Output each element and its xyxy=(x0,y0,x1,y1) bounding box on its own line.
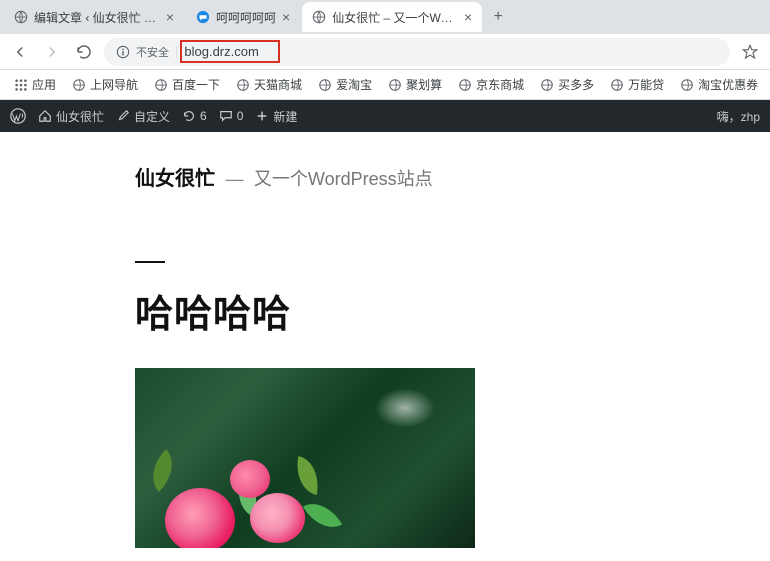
bookmark-item[interactable]: 爱淘宝 xyxy=(312,74,378,95)
apps-label: 应用 xyxy=(32,76,56,93)
page-content: 仙女很忙 — 又一个WordPress站点 哈哈哈哈 xyxy=(0,132,770,561)
wp-user-menu[interactable]: 嗨，zhp xyxy=(717,108,760,125)
back-button[interactable] xyxy=(8,40,32,64)
site-tagline: 又一个WordPress站点 xyxy=(254,169,433,189)
leaf-decoration xyxy=(303,494,342,537)
bookmark-item[interactable]: 天猫商城 xyxy=(230,74,308,95)
wp-site-link[interactable]: 仙女很忙 xyxy=(38,108,104,125)
post-featured-image[interactable] xyxy=(135,368,475,548)
browser-tab[interactable]: 呵呵呵呵呵 × xyxy=(186,2,300,32)
browser-tab[interactable]: 编辑文章 ‹ 仙女很忙 — WordPr × xyxy=(4,2,184,32)
tagline-separator: — xyxy=(225,169,243,189)
bookmark-item[interactable]: 上网导航 xyxy=(66,74,144,95)
chat-icon xyxy=(196,10,210,24)
image-highlight xyxy=(375,388,435,428)
wp-new-label: 新建 xyxy=(273,108,297,125)
leaf-decoration xyxy=(141,449,183,491)
apps-icon xyxy=(14,78,28,92)
address-bar: 不安全 | blog.drz.com xyxy=(0,34,770,70)
globe-icon xyxy=(312,10,326,24)
globe-icon xyxy=(236,78,250,92)
info-icon xyxy=(116,45,130,59)
wp-new-link[interactable]: 新建 xyxy=(255,108,297,125)
tab-title: 编辑文章 ‹ 仙女很忙 — WordPr xyxy=(34,9,160,26)
bookmark-item[interactable]: 买多多 xyxy=(534,74,600,95)
site-title[interactable]: 仙女很忙 xyxy=(135,168,215,190)
close-icon[interactable]: × xyxy=(166,9,174,25)
globe-icon xyxy=(680,78,694,92)
bookmark-item[interactable]: 淘宝优惠券 xyxy=(674,74,764,95)
wp-updates-count: 6 xyxy=(200,109,207,123)
close-icon[interactable]: × xyxy=(282,9,290,25)
bookmarks-bar: 应用 上网导航 百度一下 天猫商城 爱淘宝 聚划算 京东商城 买多多 万能贷 淘… xyxy=(0,70,770,100)
globe-icon xyxy=(72,78,86,92)
leaf-decoration xyxy=(292,456,323,495)
globe-icon xyxy=(458,78,472,92)
browser-tabs-bar: 编辑文章 ‹ 仙女很忙 — WordPr × 呵呵呵呵呵 × 仙女很忙 – 又一… xyxy=(0,0,770,34)
wp-comments-link[interactable]: 0 xyxy=(219,109,244,123)
reload-button[interactable] xyxy=(72,40,96,64)
bookmark-item[interactable]: 聚划算 xyxy=(382,74,448,95)
bookmark-item[interactable]: 百度一下 xyxy=(148,74,226,95)
globe-icon xyxy=(14,10,28,24)
wp-admin-bar: 仙女很忙 自定义 6 0 新建 嗨，zhp xyxy=(0,100,770,132)
globe-icon xyxy=(388,78,402,92)
update-icon xyxy=(182,109,196,123)
globe-icon xyxy=(540,78,554,92)
globe-icon xyxy=(318,78,332,92)
globe-icon xyxy=(154,78,168,92)
browser-tab-active[interactable]: 仙女很忙 – 又一个WordPress站 × xyxy=(302,2,482,32)
wordpress-icon xyxy=(10,108,26,124)
tab-title: 仙女很忙 – 又一个WordPress站 xyxy=(332,9,458,26)
security-label: 不安全 xyxy=(136,44,169,60)
flower-decoration xyxy=(250,493,305,543)
new-tab-button[interactable]: + xyxy=(484,8,512,26)
wp-site-name: 仙女很忙 xyxy=(56,108,104,125)
plus-icon xyxy=(255,109,269,123)
apps-button[interactable]: 应用 xyxy=(8,74,62,95)
bookmark-item[interactable]: 京东商城 xyxy=(452,74,530,95)
wp-customize-link[interactable]: 自定义 xyxy=(116,108,170,125)
bookmark-star-button[interactable] xyxy=(738,40,762,64)
wp-updates-link[interactable]: 6 xyxy=(182,109,207,123)
bookmark-item[interactable]: 万能贷 xyxy=(604,74,670,95)
post-divider xyxy=(135,261,165,263)
tab-title: 呵呵呵呵呵 xyxy=(216,9,276,26)
globe-icon xyxy=(610,78,624,92)
site-header: 仙女很忙 — 又一个WordPress站点 xyxy=(135,162,770,191)
close-icon[interactable]: × xyxy=(464,9,472,25)
wp-logo-menu[interactable] xyxy=(10,108,26,124)
url-field[interactable]: 不安全 | blog.drz.com xyxy=(104,38,730,66)
home-icon xyxy=(38,109,52,123)
wp-comments-count: 0 xyxy=(237,109,244,123)
url-text: blog.drz.com xyxy=(184,44,258,59)
flower-decoration xyxy=(230,460,270,498)
post-title[interactable]: 哈哈哈哈 xyxy=(135,283,770,338)
comment-icon xyxy=(219,109,233,123)
brush-icon xyxy=(116,109,130,123)
flower-decoration xyxy=(165,488,235,548)
wp-greeting: 嗨，zhp xyxy=(717,108,760,125)
wp-customize-label: 自定义 xyxy=(134,108,170,125)
forward-button[interactable] xyxy=(40,40,64,64)
